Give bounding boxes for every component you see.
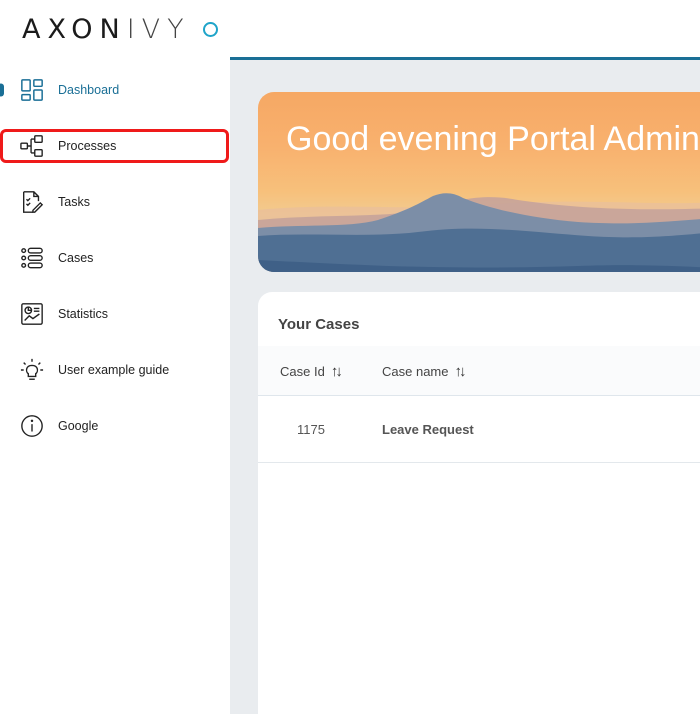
sidebar-item-dashboard[interactable]: Dashboard [0, 62, 230, 118]
lightbulb-icon [20, 358, 44, 382]
greeting-text: Good evening Portal Admin [286, 120, 700, 158]
statistics-icon [20, 302, 44, 326]
processes-icon [20, 134, 44, 158]
column-header-case-id[interactable]: Case Id ↑↓ [280, 363, 343, 380]
logo-text-bold: AXON [22, 13, 127, 45]
column-header-case-name[interactable]: Case name ↑↓ [382, 363, 466, 380]
table-row[interactable]: 1175 Leave Request [258, 397, 700, 463]
sort-icon[interactable]: ↑↓ [331, 363, 343, 380]
your-cases-widget: Your Cases Case Id ↑↓ Case name ↑↓ 1175 … [258, 292, 700, 714]
active-marker [0, 83, 4, 97]
sidebar-item-label: Cases [58, 251, 94, 265]
sidebar-item-cases[interactable]: Cases [0, 230, 230, 286]
sidebar: AXONIVY Dashboard Processes Tasks Cases … [0, 0, 230, 714]
sidebar-item-label: Google [58, 419, 99, 433]
logo-text-thin: IVY [126, 13, 191, 45]
sidebar-item-user-example-guide[interactable]: User example guide [0, 342, 230, 398]
top-bar [230, 0, 700, 60]
sort-icon[interactable]: ↑↓ [454, 363, 466, 380]
sidebar-item-label: Statistics [58, 307, 109, 321]
sidebar-item-processes[interactable]: Processes [0, 118, 230, 174]
sidebar-item-google[interactable]: Google [0, 398, 230, 454]
case-id-cell: 1175 [297, 422, 325, 437]
mountain-illustration [258, 193, 700, 272]
logo-dot-icon [202, 21, 218, 37]
sidebar-item-label: Tasks [58, 195, 90, 209]
table-header: Case Id ↑↓ Case name ↑↓ [258, 346, 700, 396]
sidebar-item-tasks[interactable]: Tasks [0, 174, 230, 230]
tasks-icon [20, 190, 44, 214]
cases-icon [20, 246, 44, 270]
greeting-banner: Good evening Portal Admin [258, 92, 700, 272]
info-icon [20, 414, 44, 438]
dashboard-icon [20, 78, 44, 102]
sidebar-item-label: Dashboard [58, 83, 120, 97]
widget-title: Your Cases [278, 316, 360, 333]
axonivy-logo[interactable]: AXONIVY [22, 13, 218, 45]
sidebar-item-label: Processes [58, 139, 117, 153]
sidebar-item-statistics[interactable]: Statistics [0, 286, 230, 342]
case-name-cell: Leave Request [382, 422, 474, 437]
main-menu: Dashboard Processes Tasks Cases Statisti… [0, 62, 230, 454]
sidebar-item-label: User example guide [58, 363, 170, 377]
